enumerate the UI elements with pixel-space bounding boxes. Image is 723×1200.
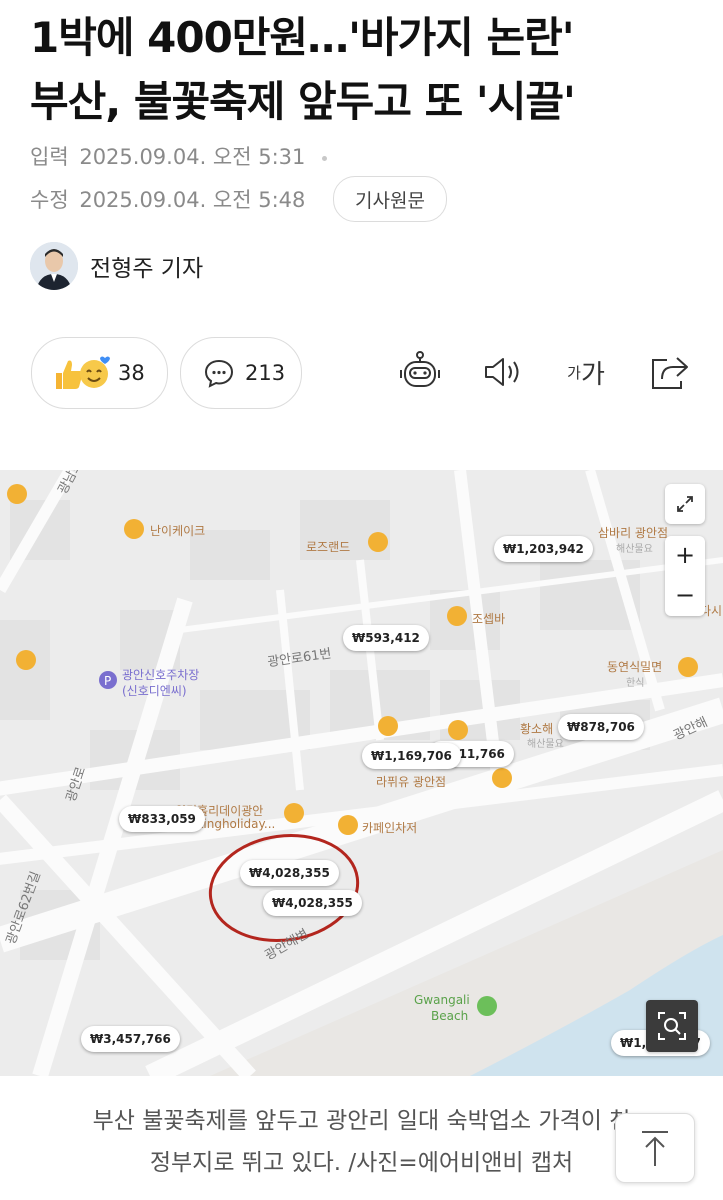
place-label: (신호디엔씨) bbox=[122, 684, 187, 698]
separator-dot bbox=[322, 155, 328, 161]
speaker-icon[interactable] bbox=[481, 350, 525, 394]
modified-label: 수정 bbox=[30, 188, 69, 212]
zoom-control: + − bbox=[665, 536, 705, 616]
reaction-count: 38 bbox=[118, 361, 145, 385]
input-time-row: 입력 2025.09.04. 오전 5:31 bbox=[30, 141, 328, 171]
arrow-up-icon bbox=[642, 1131, 668, 1166]
price-tag[interactable]: ₩833,059 bbox=[119, 806, 205, 832]
place-label: Gwangali bbox=[414, 993, 470, 1007]
place-label: 라퓌유 광안점 bbox=[376, 775, 447, 789]
price-tag[interactable]: ₩1,169,706 bbox=[362, 743, 461, 769]
article-title-line1: 1박에 400만원…'바가지 논란' bbox=[30, 13, 575, 62]
place-label: Beach bbox=[431, 1009, 469, 1023]
place-label: 한식 bbox=[626, 678, 645, 689]
price-tag[interactable]: ₩4,028,355 bbox=[263, 890, 362, 916]
comment-icon bbox=[203, 357, 235, 389]
modified-time: 2025.09.04. 오전 5:48 bbox=[79, 188, 306, 212]
price-tag[interactable]: ₩1,203,942 bbox=[494, 536, 593, 562]
reporter[interactable]: 전형주 기자 bbox=[30, 242, 203, 290]
place-label: 로즈랜드 bbox=[306, 540, 351, 554]
reaction-button[interactable]: 38 bbox=[31, 337, 168, 409]
article-title-line2: 부산, 불꽃축제 앞두고 또 '시끌' bbox=[30, 77, 576, 126]
font-small-label: 가 bbox=[567, 363, 581, 382]
map-base: P bbox=[0, 470, 723, 1076]
place-label: 해산물요 bbox=[616, 544, 653, 555]
image-zoom-icon[interactable] bbox=[646, 1000, 698, 1052]
price-tag[interactable]: ₩3,457,766 bbox=[81, 1026, 180, 1052]
place-label: 난이케이크 bbox=[150, 524, 206, 538]
price-tag[interactable]: ₩593,412 bbox=[343, 625, 429, 651]
article-title: 1박에 400만원…'바가지 논란' 부산, 불꽃축제 앞두고 또 '시끌' bbox=[30, 6, 710, 134]
place-label: 광안신호주차장 bbox=[122, 668, 200, 682]
input-label: 입력 bbox=[30, 145, 69, 169]
place-label: 해산물요 bbox=[527, 739, 564, 750]
input-time: 2025.09.04. 오전 5:31 bbox=[79, 145, 306, 169]
scroll-top-button[interactable] bbox=[615, 1113, 695, 1183]
place-label: 조셉바 bbox=[472, 612, 506, 626]
place-label: 카페인차저 bbox=[362, 821, 418, 835]
zoom-in-button[interactable]: + bbox=[675, 536, 695, 576]
place-label: 삼바리 광안점 bbox=[598, 526, 669, 540]
price-tag[interactable]: ₩4,028,355 bbox=[240, 860, 339, 886]
zoom-out-button[interactable]: − bbox=[675, 576, 695, 616]
reporter-name: 전형주 기자 bbox=[90, 256, 204, 282]
font-size-button[interactable]: 가 가 bbox=[560, 350, 612, 394]
share-icon[interactable] bbox=[647, 350, 691, 394]
map-image[interactable]: P 광남로 광안로61번 광안로 광안로62번길 광안해 광안해변 난이케이크 … bbox=[0, 470, 723, 1076]
thumbs-up-icon bbox=[52, 353, 112, 393]
svg-text:P: P bbox=[104, 674, 111, 688]
original-article-button[interactable]: 기사원문 bbox=[333, 176, 447, 222]
price-tag[interactable]: ₩878,706 bbox=[558, 714, 644, 740]
font-big-label: 가 bbox=[580, 359, 605, 390]
comment-count: 213 bbox=[245, 361, 286, 385]
fullscreen-icon[interactable] bbox=[665, 484, 705, 524]
modified-time-row: 수정 2025.09.04. 오전 5:48 bbox=[30, 184, 305, 214]
place-label: 동연식밀면 bbox=[607, 660, 663, 674]
robot-summary-icon[interactable] bbox=[398, 350, 442, 394]
comment-button[interactable]: 213 bbox=[180, 337, 302, 409]
reporter-avatar bbox=[30, 242, 78, 290]
